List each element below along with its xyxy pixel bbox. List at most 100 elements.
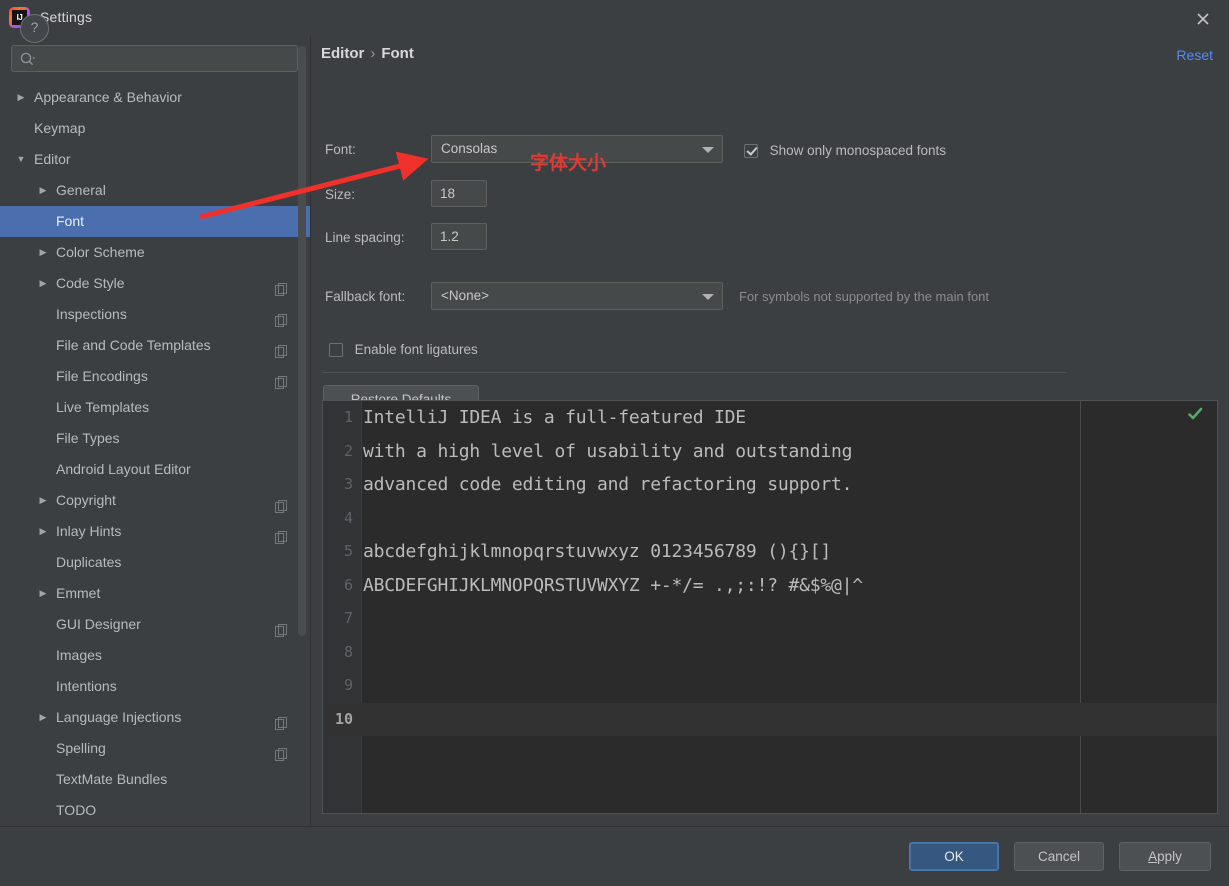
sidebar-item-intentions[interactable]: Intentions [0,671,310,702]
line-number: 8 [343,642,353,661]
sidebar-item-code-style[interactable]: ▶ Code Style [0,268,310,299]
line-spacing-input[interactable] [432,224,486,249]
editor-line: 10 [323,702,1217,736]
sidebar-item-label: Language Injections [56,709,182,725]
sidebar-item-live-templates[interactable]: Live Templates [0,392,310,423]
line-spacing-field[interactable] [431,223,487,250]
font-family-value: Consolas [441,141,498,156]
sidebar-item-inlay-hints[interactable]: ▶ Inlay Hints [0,516,310,547]
reset-link[interactable]: Reset [1176,47,1213,63]
sidebar-item-file-types[interactable]: File Types [0,423,310,454]
breadcrumb-separator: › [370,45,376,62]
show-monospaced-checkbox[interactable]: Show only monospaced fonts [744,142,946,158]
search-box[interactable] [11,45,298,73]
sidebar-item-label: GUI Designer [56,616,141,632]
copy-settings-icon [275,710,288,730]
chevron-right-icon[interactable]: ▶ [36,175,50,206]
editor-line: 5 abcdefghijklmnopqrstuvwxyz 0123456789 (… [323,535,1217,569]
chevron-down-icon [702,294,714,300]
sidebar-item-appearance-behavior[interactable]: ▶ Appearance & Behavior [0,82,310,113]
chevron-right-icon[interactable]: ▶ [36,485,50,516]
sidebar-item-todo[interactable]: TODO [0,795,310,826]
copy-settings-icon [275,276,288,296]
sidebar-item-font[interactable]: Font [0,206,310,237]
copy-settings-icon [275,524,288,544]
editor-line: 4 [323,502,1217,536]
sidebar-item-general[interactable]: ▶ General [0,175,310,206]
sidebar-item-inspections[interactable]: Inspections [0,299,310,330]
show-monospaced-label: Show only monospaced fonts [769,143,946,159]
ok-button[interactable]: OK [909,842,999,871]
sidebar-item-spelling[interactable]: Spelling [0,733,310,764]
sidebar-scrollbar[interactable] [298,46,306,636]
breadcrumb-root[interactable]: Editor [321,45,364,62]
sidebar-item-file-and-code-templates[interactable]: File and Code Templates [0,330,310,361]
line-text: abcdefghijklmnopqrstuvwxyz 0123456789 ()… [363,541,832,562]
apply-rest: pply [1157,849,1182,864]
checkbox-box [329,342,343,357]
settings-main-panel: Editor › Font Reset Font: Consolas Show on… [311,36,1229,826]
copy-settings-icon [275,338,288,358]
settings-sidebar: ▶ Appearance & Behavior Keymap ▼ Editor ▶ Gene… [0,36,311,826]
fallback-font-label: Fallback font: [325,289,406,304]
font-size-input[interactable] [432,181,486,206]
line-number: 9 [343,676,353,694]
apply-button[interactable]: Apply [1119,842,1211,871]
sidebar-item-images[interactable]: Images [0,640,310,671]
sidebar-item-label: Android Layout Editor [56,461,191,477]
line-number: 7 [343,609,353,627]
sidebar-item-label: Spelling [56,740,106,756]
font-size-field[interactable] [431,180,487,207]
inspection-ok-checkmark-icon[interactable] [1187,406,1203,422]
help-button[interactable]: ? [20,14,49,43]
settings-dialog: Settings ▶ Appearance & Behavior Keymap ▼ Ed… [0,0,1229,886]
chevron-right-icon[interactable]: ▶ [36,702,50,733]
fallback-font-value: <None> [441,288,490,303]
sidebar-item-label: Inspections [56,306,127,322]
sidebar-item-file-encodings[interactable]: File Encodings [0,361,310,392]
sidebar-item-label: Images [56,647,102,663]
chevron-right-icon[interactable]: ▶ [36,516,50,547]
chevron-right-icon[interactable]: ▶ [36,268,50,299]
line-text: advanced code editing and refactoring su… [363,474,853,495]
enable-ligatures-checkbox[interactable]: Enable font ligatures [329,341,478,357]
sidebar-item-color-scheme[interactable]: ▶ Color Scheme [0,237,310,268]
sidebar-item-editor[interactable]: ▼ Editor [0,144,310,175]
cancel-button[interactable]: Cancel [1014,842,1104,871]
chevron-right-icon[interactable]: ▶ [14,82,28,113]
line-text: ABCDEFGHIJKLMNOPQRSTUVWXYZ +-*/= .,;:!? … [363,574,863,596]
annotation-text: 字体大小 [530,152,607,174]
editor-line: 3 advanced code editing and refactoring s… [323,468,1217,502]
sidebar-item-android-layout-editor[interactable]: Android Layout Editor [0,454,310,485]
line-text: IntelliJ IDEA is a full-featured IDE [363,407,746,428]
font-preview-editor[interactable]: 1 IntelliJ IDEA is a full-featured IDE 2 wi… [322,400,1218,814]
sidebar-item-duplicates[interactable]: Duplicates [0,547,310,578]
copy-settings-icon [275,307,288,327]
copy-settings-icon [275,369,288,389]
sidebar-item-label: File Types [56,430,120,446]
sidebar-item-keymap[interactable]: Keymap [0,113,310,144]
sidebar-item-gui-designer[interactable]: GUI Designer [0,609,310,640]
breadcrumb: Editor › Font [321,45,414,62]
sidebar-item-label: Font [56,213,85,229]
copy-settings-icon [275,493,288,513]
line-number: 2 [343,441,353,460]
enable-ligatures-label: Enable font ligatures [354,342,478,358]
sidebar-item-label: Color Scheme [56,244,145,260]
chevron-right-icon[interactable]: ▶ [36,578,50,609]
breadcrumb-current: Font [381,45,414,62]
chevron-down-icon[interactable]: ▼ [14,144,28,175]
sidebar-item-label: TextMate Bundles [56,771,168,787]
close-icon[interactable] [1190,6,1216,32]
search-input[interactable] [42,46,296,73]
sidebar-item-language-injections[interactable]: ▶ Language Injections [0,702,310,733]
sidebar-item-emmet[interactable]: ▶ Emmet [0,578,310,609]
size-label: Size: [325,187,356,202]
sidebar-item-textmate-bundles[interactable]: TextMate Bundles [0,764,310,795]
chevron-right-icon[interactable]: ▶ [36,237,50,268]
section-divider [322,372,1066,373]
apply-mnemonic: A [1148,849,1158,864]
sidebar-item-copyright[interactable]: ▶ Copyright [0,485,310,516]
fallback-font-dropdown[interactable]: <None> [431,282,723,310]
sidebar-item-label: Live Templates [56,399,150,415]
